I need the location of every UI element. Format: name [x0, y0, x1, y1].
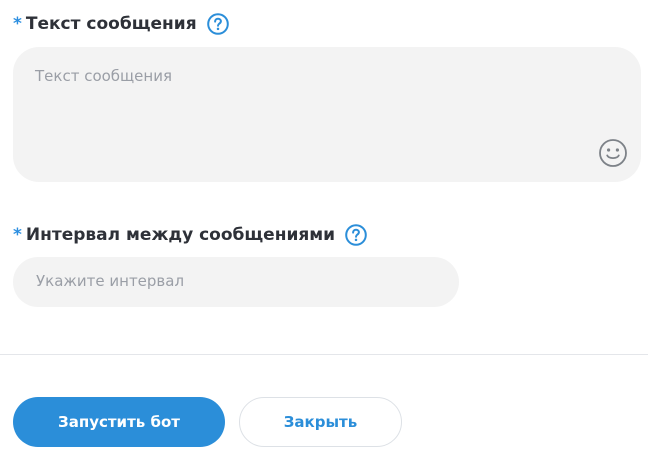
message-placeholder: Текст сообщения: [35, 67, 172, 85]
message-label-text: Текст сообщения: [25, 14, 197, 34]
question-circle-icon[interactable]: [345, 224, 367, 246]
message-field-label: * Текст сообщения: [13, 13, 229, 35]
message-textarea[interactable]: Текст сообщения: [13, 47, 641, 182]
question-circle-icon[interactable]: [206, 13, 229, 35]
required-mark: *: [13, 225, 22, 245]
required-mark: *: [13, 14, 22, 34]
interval-placeholder: Укажите интервал: [36, 272, 185, 290]
interval-label-text: Интервал между сообщениями: [25, 225, 336, 245]
close-button[interactable]: Закрыть: [239, 397, 402, 447]
interval-field-label: * Интервал между сообщениями: [13, 224, 367, 246]
divider: [0, 354, 648, 355]
smiley-face-icon[interactable]: [598, 138, 628, 168]
interval-input[interactable]: Укажите интервал: [13, 257, 459, 307]
start-bot-button[interactable]: Запустить бот: [13, 397, 225, 447]
